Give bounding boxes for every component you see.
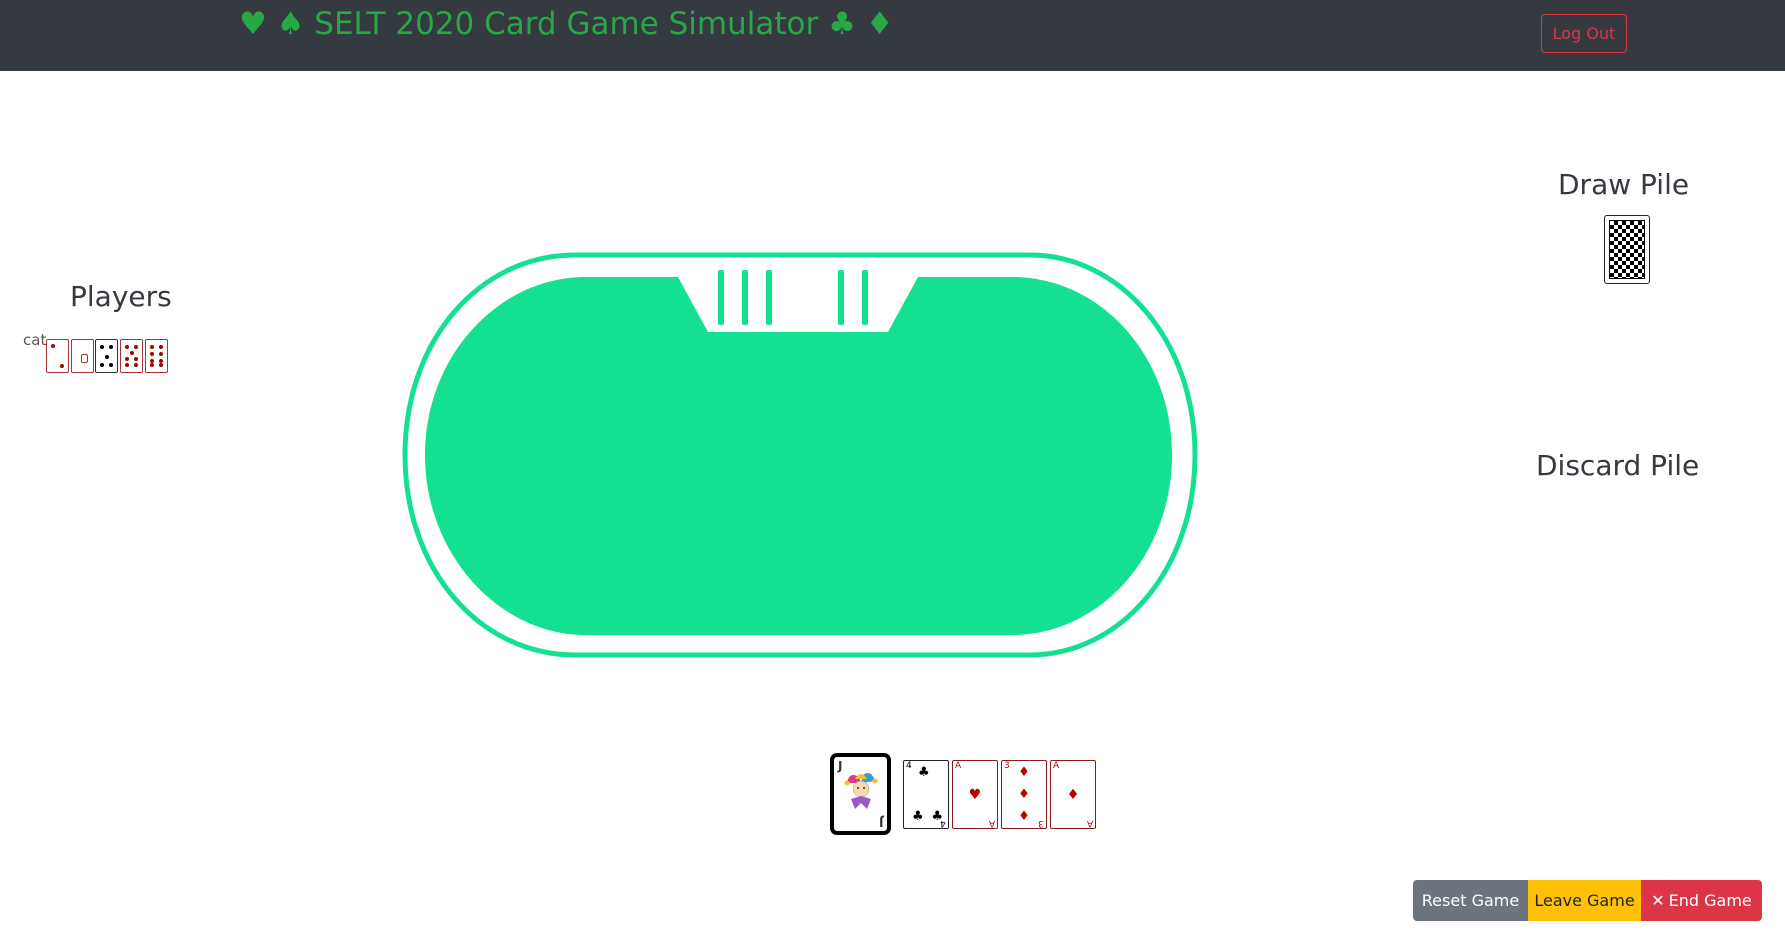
card-rank-bottom: A — [1086, 818, 1093, 828]
card-rank-bottom: 3 — [1038, 818, 1044, 828]
card-rank: A — [955, 761, 962, 771]
logout-button[interactable]: Log Out — [1541, 14, 1627, 53]
hand-card-joker[interactable]: J J — [830, 753, 891, 835]
leave-game-button[interactable]: Leave Game — [1528, 880, 1641, 921]
hand-card[interactable]: 4 ♣ ♣ ♣ 4 — [903, 760, 949, 829]
draw-pile-card[interactable] — [1604, 215, 1650, 284]
diamond-icon: ♦ — [1018, 765, 1030, 780]
hand-card[interactable]: 3 ♦ ♦ ♦ 3 — [1001, 760, 1047, 829]
club-icon: ♣ — [912, 809, 924, 824]
joker-rank-bottom: J — [878, 815, 883, 829]
diamond-icon: ♦ — [1066, 787, 1080, 803]
player-name: cat — [23, 331, 47, 349]
end-game-label: End Game — [1668, 891, 1752, 910]
card-table — [402, 252, 1198, 658]
draw-pile-heading: Draw Pile — [1558, 168, 1690, 201]
navbar: ♥ ♠ SELT 2020 Card Game Simulator ♣ ♦ Lo… — [0, 0, 1785, 71]
end-game-button[interactable]: ✕ End Game — [1641, 880, 1762, 921]
card-rank: 4 — [906, 761, 912, 771]
club-icon: ♣ — [918, 765, 930, 780]
player-card — [46, 339, 69, 373]
card-back-pattern — [1609, 220, 1645, 279]
card-rank-bottom: 4 — [940, 818, 946, 828]
hand-card[interactable]: A ♥ A — [952, 760, 998, 829]
player-card — [120, 339, 143, 373]
app-title: ♥ ♠ SELT 2020 Card Game Simulator ♣ ♦ — [239, 6, 894, 42]
player-card — [71, 339, 94, 373]
heart-icon: ♥ — [968, 787, 982, 803]
close-icon: ✕ — [1651, 891, 1665, 910]
diamond-icon: ♦ — [1018, 787, 1030, 802]
player-card — [95, 339, 118, 373]
card-rank-bottom: A — [988, 818, 995, 828]
player-card — [145, 339, 168, 373]
discard-pile-heading: Discard Pile — [1536, 449, 1700, 482]
reset-game-button[interactable]: Reset Game — [1413, 880, 1528, 921]
hand-card[interactable]: A ♦ A — [1050, 760, 1096, 829]
card-rank: A — [1053, 761, 1060, 771]
jester-icon — [844, 773, 878, 809]
players-heading: Players — [70, 280, 172, 313]
